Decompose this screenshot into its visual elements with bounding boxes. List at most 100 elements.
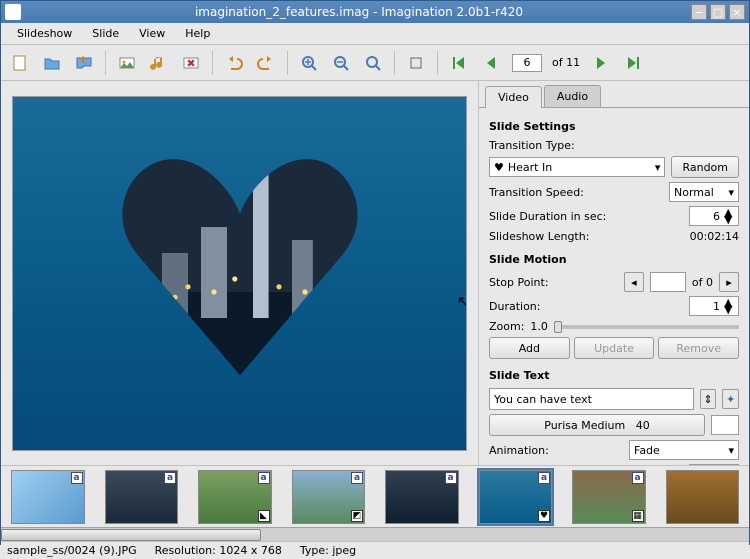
audio-badge-icon: a: [164, 472, 176, 484]
status-filename: sample_ss/0024 (9).JPG: [7, 544, 137, 557]
stop-point-of-label: of 0: [692, 276, 713, 289]
zoom-label: Zoom:: [489, 320, 524, 333]
menubar: Slideshow Slide View Help: [1, 23, 749, 45]
status-type-label: Type:: [300, 544, 329, 557]
audio-badge-icon: a: [538, 472, 550, 484]
statusbar: sample_ss/0024 (9).JPG Resolution: 1024 …: [1, 541, 749, 559]
motion-duration-label: Duration:: [489, 300, 683, 313]
slide-settings-heading: Slide Settings: [489, 120, 739, 133]
delete-slide-button[interactable]: ✖: [180, 52, 202, 74]
thumbnail[interactable]: a▦: [572, 470, 646, 524]
thumbnail[interactable]: a: [105, 470, 179, 524]
thumbnail-scrollbar[interactable]: [1, 527, 749, 541]
last-slide-button[interactable]: [622, 52, 644, 74]
heart-icon: ♥: [494, 161, 504, 174]
thumbnail[interactable]: a◣: [198, 470, 272, 524]
import-image-button[interactable]: [116, 52, 138, 74]
preview-canvas[interactable]: ↖: [12, 96, 467, 451]
save-button[interactable]: [73, 52, 95, 74]
toolbar: ✖ of 11: [1, 45, 749, 81]
preview-pane: ↖: [1, 81, 478, 465]
cursor-icon: ↖: [457, 292, 467, 311]
close-button[interactable]: ×: [729, 4, 745, 20]
motion-duration-input[interactable]: ▲▼: [689, 296, 739, 316]
text-insert-button[interactable]: ✦: [722, 389, 739, 409]
transition-badge-icon: ◣: [258, 510, 270, 522]
transition-badge-icon: ♥: [538, 510, 550, 522]
titlebar: imagination_2_features.imag - Imaginatio…: [1, 1, 749, 23]
slideshow-length-value: 00:02:14: [690, 230, 739, 243]
prev-slide-button[interactable]: [480, 52, 502, 74]
chevron-down-icon: ▾: [655, 161, 661, 174]
transition-badge-icon: ◩: [351, 510, 363, 522]
next-slide-button[interactable]: [590, 52, 612, 74]
slide-text-heading: Slide Text: [489, 369, 739, 382]
chevron-down-icon: ▾: [728, 186, 734, 199]
audio-badge-icon: a: [632, 472, 644, 484]
undo-button[interactable]: [223, 52, 245, 74]
zoom-in-button[interactable]: [298, 52, 320, 74]
slide-duration-label: Slide Duration in sec:: [489, 210, 683, 223]
open-button[interactable]: [41, 52, 63, 74]
thumbnail[interactable]: a: [385, 470, 459, 524]
tab-video[interactable]: Video: [485, 86, 542, 108]
audio-badge-icon: a: [258, 472, 270, 484]
svg-text:✖: ✖: [186, 57, 195, 70]
slideshow-length-label: Slideshow Length:: [489, 230, 684, 243]
thumbnail[interactable]: [666, 470, 740, 524]
add-motion-button[interactable]: Add: [489, 337, 570, 359]
random-button[interactable]: Random: [671, 156, 739, 178]
transition-badge-icon: ▦: [632, 510, 644, 522]
menu-view[interactable]: View: [131, 25, 173, 42]
thumbnail[interactable]: a◩: [292, 470, 366, 524]
properties-panel: Video Audio Slide Settings Transition Ty…: [478, 81, 749, 465]
transition-type-select[interactable]: ♥ Heart In ▾: [489, 157, 665, 177]
minimize-button[interactable]: −: [691, 4, 707, 20]
new-button[interactable]: [9, 52, 31, 74]
app-icon: [5, 4, 21, 20]
thumbnail-strip[interactable]: aaa◣a◩aa♥a▦: [1, 465, 749, 527]
slide-duration-input[interactable]: ▲▼: [689, 206, 739, 226]
audio-badge-icon: a: [351, 472, 363, 484]
status-resolution-value: 1024 x 768: [219, 544, 282, 557]
status-type-value: jpeg: [332, 544, 356, 557]
text-expand-button[interactable]: ⇕: [700, 389, 717, 409]
menu-slideshow[interactable]: Slideshow: [9, 25, 80, 42]
audio-badge-icon: a: [71, 472, 83, 484]
zoom-slider[interactable]: [554, 325, 739, 329]
zoom-fit-button[interactable]: [362, 52, 384, 74]
heart-transition-overlay: [110, 136, 370, 396]
chevron-down-icon: ▾: [728, 444, 734, 457]
first-slide-button[interactable]: [448, 52, 470, 74]
redo-button[interactable]: [255, 52, 277, 74]
stop-point-prev-button[interactable]: ◂: [624, 272, 644, 292]
text-animation-label: Animation:: [489, 444, 623, 457]
menu-slide[interactable]: Slide: [84, 25, 127, 42]
text-color-button[interactable]: [711, 415, 739, 435]
zoom-out-button[interactable]: [330, 52, 352, 74]
stop-point-label: Stop Point:: [489, 276, 618, 289]
tab-audio[interactable]: Audio: [544, 85, 601, 107]
update-motion-button[interactable]: Update: [574, 337, 655, 359]
page-number-input[interactable]: [512, 54, 542, 72]
text-animation-select[interactable]: Fade▾: [629, 440, 739, 460]
scrollbar-thumb[interactable]: [1, 529, 261, 541]
slide-text-input[interactable]: [489, 388, 694, 410]
menu-help[interactable]: Help: [177, 25, 218, 42]
page-of-label: of 11: [552, 56, 580, 69]
transition-speed-select[interactable]: Normal▾: [669, 182, 739, 202]
remove-motion-button[interactable]: Remove: [658, 337, 739, 359]
animation-speed-input[interactable]: ▲▼: [689, 464, 739, 465]
maximize-button[interactable]: □: [710, 4, 726, 20]
transition-speed-label: Transition Speed:: [489, 186, 663, 199]
font-select-button[interactable]: Purisa Medium 40: [489, 414, 705, 436]
thumbnail[interactable]: a♥: [479, 470, 553, 524]
import-audio-button[interactable]: [148, 52, 170, 74]
thumbnail[interactable]: a: [11, 470, 85, 524]
stop-point-next-button[interactable]: ▸: [719, 272, 739, 292]
audio-badge-icon: a: [445, 472, 457, 484]
transition-type-label: Transition Type:: [489, 139, 739, 152]
stop-point-input[interactable]: [650, 272, 686, 292]
stop-button[interactable]: [405, 52, 427, 74]
zoom-value: 1.0: [530, 320, 548, 333]
